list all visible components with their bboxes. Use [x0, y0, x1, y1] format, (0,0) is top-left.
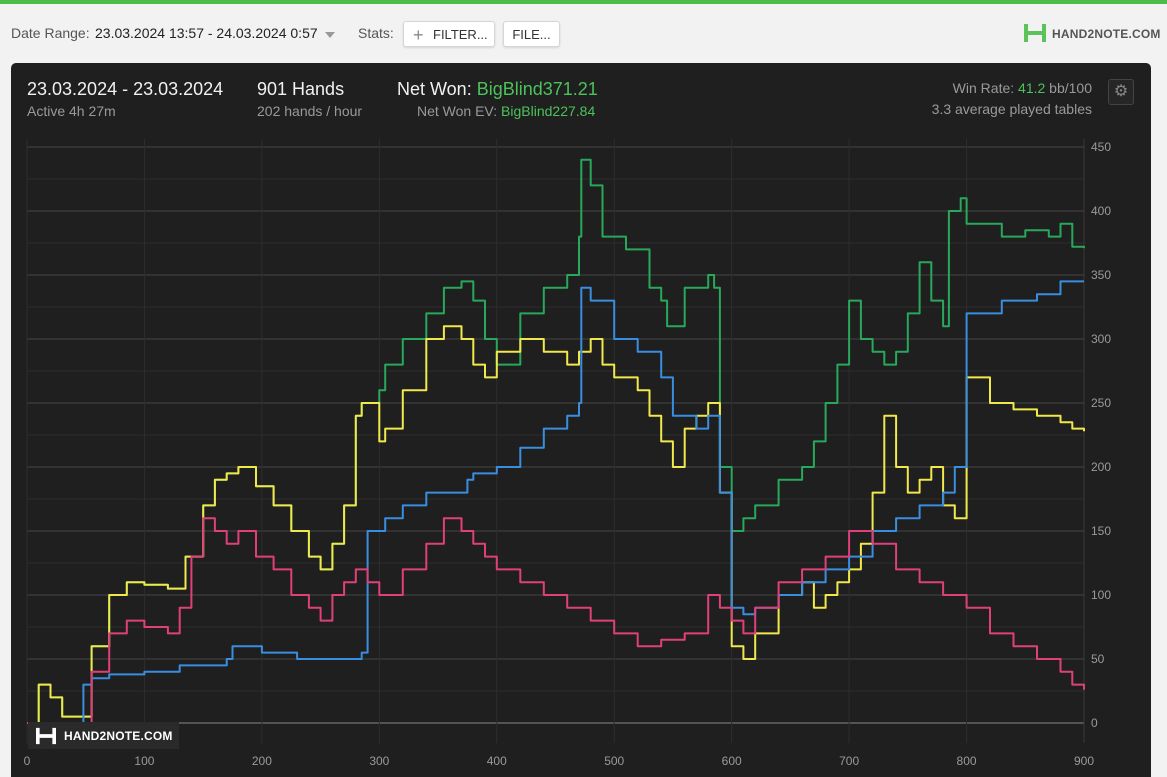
y-tick-label: 300	[1091, 332, 1111, 346]
x-tick-label: 900	[1074, 754, 1094, 768]
file-button-label: FILE...	[512, 27, 551, 42]
chevron-down-icon[interactable]	[325, 32, 335, 38]
x-tick-label: 100	[134, 754, 154, 768]
y-tick-label: 150	[1091, 524, 1111, 538]
y-tick-label: 350	[1091, 268, 1111, 282]
stats-label: Stats:	[358, 25, 394, 41]
toolbar: Date Range: 23.03.2024 13:57 - 24.03.202…	[0, 4, 1167, 62]
series-line-green	[27, 158, 1085, 724]
x-tick-label: 800	[957, 754, 977, 768]
x-tick-label: 300	[369, 754, 389, 768]
plus-icon: +	[413, 25, 424, 45]
series-line-blue	[27, 280, 1084, 724]
y-tick-label: 400	[1091, 204, 1111, 218]
y-tick-label: 200	[1091, 460, 1111, 474]
logo-text: HAND2NOTE.COM	[1052, 27, 1161, 41]
x-tick-label: 200	[252, 754, 272, 768]
date-range-select[interactable]: 23.03.2024 13:57 - 24.03.2024 0:57	[95, 25, 318, 41]
date-range-label: Date Range:	[11, 25, 90, 41]
x-tick-label: 500	[604, 754, 624, 768]
graph-panel: 23.03.2024 - 23.03.2024 Active 4h 27m 90…	[11, 63, 1151, 777]
watermark-text: HAND2NOTE.COM	[64, 729, 173, 743]
file-button[interactable]: FILE...	[503, 21, 560, 47]
y-tick-label: 50	[1091, 652, 1105, 666]
y-tick-label: 100	[1091, 588, 1111, 602]
filter-button-label: FILTER...	[433, 27, 488, 42]
y-tick-label: 450	[1091, 140, 1111, 154]
x-tick-label: 0	[24, 754, 31, 768]
x-tick-label: 700	[839, 754, 859, 768]
filter-button[interactable]: + FILTER...	[403, 21, 495, 47]
x-tick-label: 600	[722, 754, 742, 768]
series-line-pink	[27, 517, 1085, 724]
bankroll-line-chart: 0 50 100 150 200 250 300 350 400 450 0 100 200 300 400…	[24, 139, 1111, 768]
watermark-logo-icon	[36, 727, 56, 745]
series-line-yellow	[27, 325, 1085, 724]
hand2note-logo-icon	[1024, 24, 1046, 42]
x-tick-label: 400	[487, 754, 507, 768]
watermark: HAND2NOTE.COM	[28, 722, 179, 749]
y-tick-label: 0	[1091, 716, 1098, 730]
y-tick-label: 250	[1091, 396, 1111, 410]
